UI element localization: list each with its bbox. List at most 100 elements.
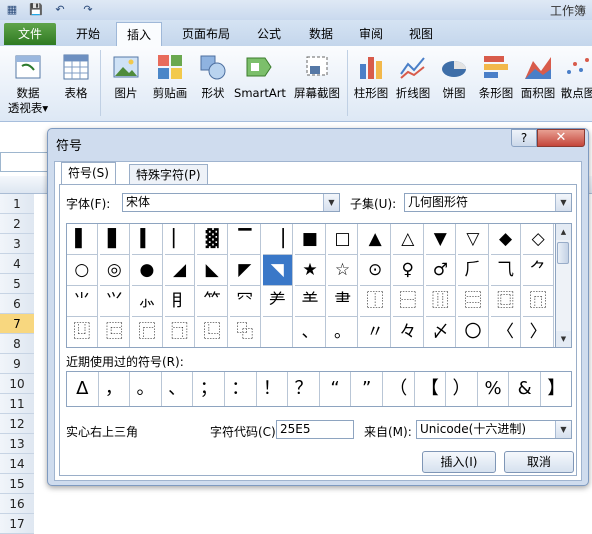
symbol-cell[interactable]: ◤ <box>230 255 261 286</box>
symbol-cell[interactable]: ⺗ <box>132 286 163 317</box>
symbol-cell[interactable]: ⺻ <box>327 286 359 317</box>
symbol-cell[interactable]: 〉 <box>523 317 554 347</box>
symbol-cell[interactable]: □ <box>327 224 359 255</box>
symbol-cell[interactable]: ★ <box>295 255 326 286</box>
row-header[interactable]: 11 <box>0 394 34 414</box>
symbol-cell[interactable]: 〈 <box>491 317 522 347</box>
area-chart-button[interactable]: 面积图 <box>518 50 558 118</box>
symbol-cell[interactable]: ⺌ <box>67 286 98 317</box>
symbol-cell[interactable]: ⿶ <box>67 317 98 347</box>
picture-button[interactable]: 图片 <box>104 50 148 118</box>
row-header[interactable]: 9 <box>0 354 34 374</box>
recent-symbol-cell[interactable]: % <box>478 372 510 406</box>
insert-button[interactable]: 插入(I) <box>422 451 496 473</box>
name-box[interactable] <box>0 152 50 172</box>
line-chart-button[interactable]: 折线图 <box>392 50 434 118</box>
subset-select[interactable]: 几何图形符 ▼ <box>404 193 572 212</box>
symbol-cell[interactable]: ⺷ <box>295 286 326 317</box>
symbol-cell[interactable]: ⺍ <box>99 286 131 317</box>
symbol-cell[interactable]: ▼ <box>425 224 457 255</box>
symbol-cell[interactable]: ◇ <box>523 224 554 255</box>
symbol-cell[interactable]: ⿱ <box>393 286 424 317</box>
recent-symbol-cell[interactable]: （ <box>383 372 415 406</box>
char-code-input[interactable]: 25E5 <box>276 420 354 439</box>
symbol-cell[interactable]: ▔ <box>230 224 261 255</box>
tab-formulas[interactable]: 公式 <box>248 22 290 46</box>
font-select[interactable]: 宋体 ▼ <box>122 193 340 212</box>
symbol-cell[interactable]: 々 <box>393 317 424 347</box>
row-header[interactable]: 14 <box>0 454 34 474</box>
smartart-button[interactable]: SmartArt <box>232 50 288 118</box>
row-header[interactable]: 8 <box>0 334 34 354</box>
symbol-cell[interactable]: ◣ <box>197 255 228 286</box>
redo-icon[interactable]: ↷ <box>80 2 96 17</box>
symbol-cell[interactable] <box>263 317 294 347</box>
symbol-cell[interactable]: ⺈ <box>523 255 554 286</box>
symbol-cell[interactable]: ■ <box>295 224 326 255</box>
from-select[interactable]: Unicode(十六进制) ▼ <box>416 420 572 439</box>
symbol-cell[interactable]: ◢ <box>164 255 196 286</box>
tab-page-layout[interactable]: 页面布局 <box>170 22 242 46</box>
recent-symbol-cell[interactable]: Δ <box>67 372 99 406</box>
symbol-cell[interactable]: 、 <box>295 317 326 347</box>
tab-symbols[interactable]: 符号(S) <box>61 162 116 184</box>
recent-symbol-cell[interactable]: 、 <box>162 372 194 406</box>
shapes-button[interactable]: 形状 <box>194 50 232 118</box>
save-icon[interactable]: 💾 <box>28 2 44 17</box>
tab-review[interactable]: 审阅 <box>350 22 392 46</box>
symbol-cell[interactable]: ○ <box>67 255 98 286</box>
tab-home[interactable]: 开始 <box>64 22 112 46</box>
symbol-cell[interactable]: ◥ <box>262 255 294 286</box>
row-header[interactable]: 17 <box>0 514 34 534</box>
symbol-cell[interactable]: ⿺ <box>197 317 228 347</box>
symbol-cell[interactable]: 〆 <box>426 317 457 347</box>
symbol-cell[interactable]: ⿲ <box>425 286 457 317</box>
clipart-button[interactable]: 剪贴画 <box>148 50 192 118</box>
pie-chart-button[interactable]: 饼图 <box>434 50 474 118</box>
help-button[interactable]: ? <box>511 129 537 147</box>
symbol-cell[interactable]: ▲ <box>360 224 391 255</box>
symbol-cell[interactable]: ◎ <box>99 255 131 286</box>
row-header[interactable]: 12 <box>0 414 34 434</box>
symbol-cell[interactable]: 〇 <box>458 317 489 347</box>
symbol-cell[interactable]: ● <box>132 255 163 286</box>
symbol-cell[interactable]: ⺳ <box>230 286 261 317</box>
symbol-cell[interactable]: ⺶ <box>262 286 294 317</box>
close-button[interactable]: ✕ <box>537 129 585 147</box>
row-header[interactable]: 10 <box>0 374 34 394</box>
row-header[interactable]: 5 <box>0 274 34 294</box>
screenshot-button[interactable]: 屏幕截图 <box>290 50 344 118</box>
symbol-cell[interactable]: △ <box>393 224 424 255</box>
tab-file[interactable]: 文件 <box>4 23 56 45</box>
symbol-cell[interactable]: ▋ <box>99 224 131 255</box>
symbol-cell[interactable]: ⿸ <box>132 317 163 347</box>
column-chart-button[interactable]: 柱形图 <box>350 50 392 118</box>
recent-symbol-cell[interactable]: 】 <box>541 372 571 406</box>
cancel-button[interactable]: 取消 <box>504 451 574 473</box>
recent-symbol-cell[interactable]: ！ <box>257 372 289 406</box>
symbol-cell[interactable]: ⿰ <box>360 286 391 317</box>
symbol-cell[interactable]: ⺁ <box>458 255 489 286</box>
symbol-cell[interactable]: ▏ <box>164 224 196 255</box>
recent-symbol-cell[interactable]: 。 <box>130 372 162 406</box>
row-header[interactable]: 7 <box>0 314 34 334</box>
recent-symbol-cell[interactable]: ” <box>351 372 383 406</box>
recent-symbol-cell[interactable]: 【 <box>415 372 447 406</box>
recent-symbol-cell[interactable]: “ <box>320 372 352 406</box>
recent-symbol-cell[interactable]: ； <box>193 372 225 406</box>
tab-data[interactable]: 数据 <box>300 22 342 46</box>
symbol-cell[interactable]: ⺄ <box>490 255 522 286</box>
symbol-cell[interactable]: 。 <box>328 317 359 347</box>
symbol-cell[interactable]: ☆ <box>327 255 359 286</box>
row-header[interactable]: 15 <box>0 474 34 494</box>
symbol-cell[interactable]: 〃 <box>360 317 391 347</box>
symbol-cell[interactable]: ⿵ <box>523 286 554 317</box>
symbol-cell[interactable]: ▍ <box>132 224 163 255</box>
symbol-cell[interactable]: ⊙ <box>360 255 391 286</box>
symbol-cell[interactable]: ▌ <box>67 224 98 255</box>
recent-symbol-cell[interactable]: ， <box>99 372 131 406</box>
symbol-cell[interactable]: ⿴ <box>490 286 522 317</box>
recent-symbol-cell[interactable]: ： <box>225 372 257 406</box>
symbol-cell[interactable]: ⿳ <box>458 286 489 317</box>
bar-chart-button[interactable]: 条形图 <box>474 50 518 118</box>
